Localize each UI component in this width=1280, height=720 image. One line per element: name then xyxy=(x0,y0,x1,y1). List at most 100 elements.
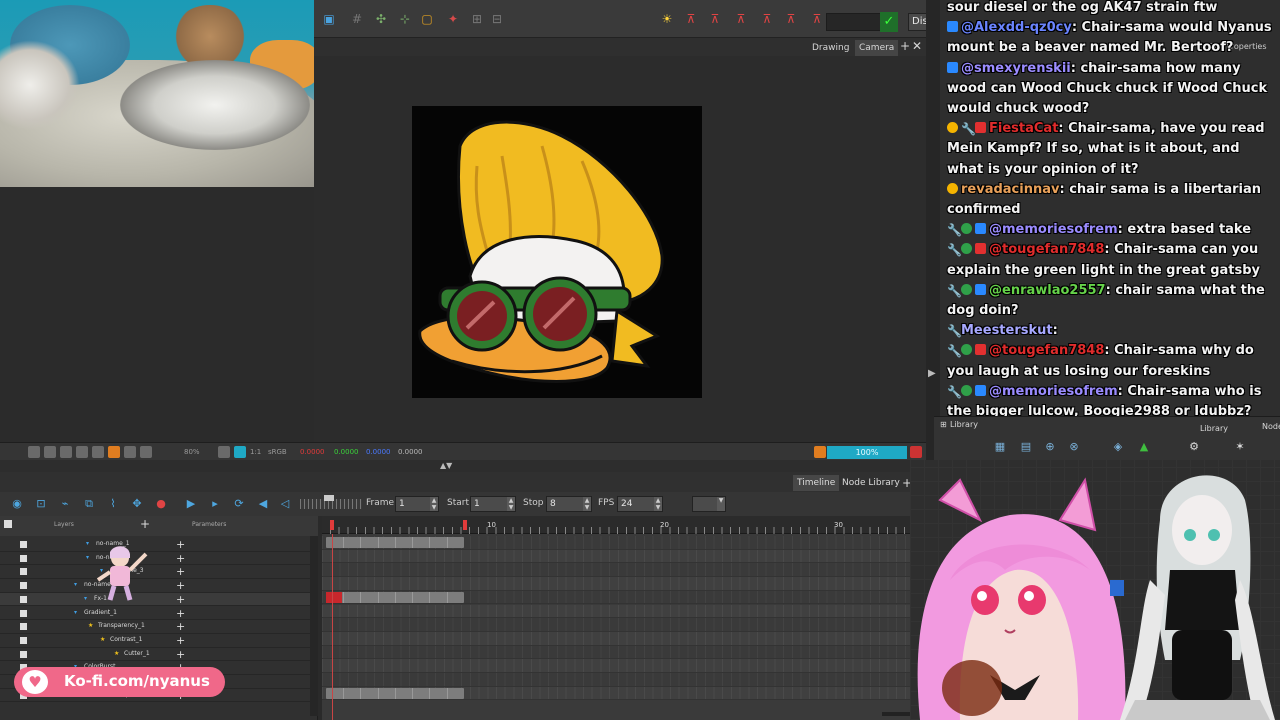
chat-username[interactable]: @memoriesofrem xyxy=(989,384,1118,399)
expand-arrow-icon[interactable]: ▾ xyxy=(86,540,89,547)
stop-field[interactable]: 8 ▲ ▼ xyxy=(546,496,592,512)
track-row[interactable] xyxy=(322,618,926,632)
layer-row[interactable]: ▾no-name_2+ xyxy=(0,552,312,566)
library-tool3-icon[interactable]: ⊕ xyxy=(1044,441,1056,453)
node-icon[interactable]: ⊹ xyxy=(398,12,412,26)
sound-icon[interactable]: ◀ xyxy=(256,497,270,511)
onion-skin2-icon[interactable]: ⊼ xyxy=(708,12,722,26)
chat-username[interactable]: @smexyrenskii xyxy=(961,61,1071,76)
chat-username[interactable]: @tougefan7848 xyxy=(989,343,1104,358)
track-row[interactable] xyxy=(322,604,926,619)
options-field[interactable]: ▼ xyxy=(692,496,726,512)
layer-row[interactable]: ▾ Fx-1 + xyxy=(0,592,312,607)
playhead-stop[interactable] xyxy=(463,520,467,530)
onion-skin5-icon[interactable]: ⊼ xyxy=(784,12,798,26)
close-tab-icon[interactable]: ✕ xyxy=(912,39,922,53)
flash-icon[interactable] xyxy=(108,446,120,458)
onion-skin-icon[interactable]: ⊼ xyxy=(684,12,698,26)
effect-star-icon[interactable]: ★ xyxy=(100,636,105,643)
timeline-ruler[interactable]: 10 20 30 xyxy=(322,516,926,534)
library-tab-2[interactable]: Library xyxy=(1200,424,1228,433)
render-icon[interactable] xyxy=(814,446,826,458)
chat-username[interactable]: revadacinnav xyxy=(961,182,1059,197)
layer-row[interactable]: ▾ no-name_1 + xyxy=(0,538,312,552)
layer-add-keyframe-button[interactable]: + xyxy=(176,634,185,647)
layer-name[interactable]: Cutter_1 xyxy=(124,650,150,657)
layer-visibility-checkbox[interactable] xyxy=(20,582,27,590)
track-row[interactable] xyxy=(322,563,926,578)
track-row[interactable] xyxy=(322,590,926,605)
layer-visibility-checkbox[interactable] xyxy=(20,650,27,658)
loop-icon[interactable]: ⟳ xyxy=(232,497,246,511)
track-row[interactable] xyxy=(322,536,926,550)
transform-icon[interactable]: ✣ xyxy=(374,12,388,26)
play-icon[interactable]: ▶ xyxy=(184,497,198,511)
layer-name[interactable]: Transparency_1 xyxy=(98,622,145,629)
layer-add-keyframe-button[interactable]: + xyxy=(176,565,185,578)
layer-row[interactable]: ▾ no-name + xyxy=(0,579,312,593)
gear-icon[interactable] xyxy=(234,446,246,458)
expand-arrow-icon[interactable]: ▾ xyxy=(74,581,77,588)
library-tool1-icon[interactable]: ▦ xyxy=(994,441,1006,453)
chat-username[interactable]: @memoriesofrem xyxy=(989,222,1118,237)
fps-field[interactable]: 24 ▲ ▼ xyxy=(617,496,663,512)
node-tab[interactable]: Node xyxy=(1262,422,1280,431)
sound-scrub-icon[interactable]: ◁ xyxy=(278,497,292,511)
shape-icon[interactable]: ✦ xyxy=(446,12,460,26)
select-box-icon[interactable]: ▢ xyxy=(420,12,434,26)
layer-name[interactable]: Gradient_1 xyxy=(84,609,117,616)
brush-tool-icon[interactable]: ✓ xyxy=(880,12,898,32)
grid-toggle-icon[interactable] xyxy=(60,446,72,458)
chat-username[interactable]: FiestaCat xyxy=(989,121,1058,136)
tab-node-library[interactable]: Node Library xyxy=(838,475,904,491)
library-tool7-icon[interactable]: ⚙ xyxy=(1188,441,1200,453)
layer-row[interactable]: ▾ Gradient_1 + xyxy=(0,607,312,621)
layer-visibility-checkbox[interactable] xyxy=(20,609,27,617)
tab-timeline[interactable]: Timeline xyxy=(793,475,840,491)
library-tool5-icon[interactable]: ◈ xyxy=(1112,441,1124,453)
effect-star-icon[interactable]: ★ xyxy=(114,650,119,657)
lock-icon[interactable] xyxy=(92,446,104,458)
peg-icon[interactable]: ✥ xyxy=(130,497,144,511)
library-tool6-icon[interactable]: ▲ xyxy=(1138,441,1150,453)
chat-username[interactable]: Meesterskut xyxy=(961,323,1053,338)
layer-add-keyframe-button[interactable]: + xyxy=(176,620,185,633)
play-selection-icon[interactable]: ▸ xyxy=(208,497,222,511)
library-tab-label[interactable]: Library xyxy=(950,420,978,429)
onion-icon[interactable]: ◉ xyxy=(10,497,24,511)
expand-arrow-icon[interactable]: ▾ xyxy=(86,554,89,561)
panel-splitter[interactable]: ▲▼ xyxy=(0,460,926,472)
expand-arrow-icon[interactable]: ▾ xyxy=(84,595,87,602)
zoom-value[interactable]: 80% xyxy=(184,446,200,458)
interp-icon[interactable]: ⌇ xyxy=(106,497,120,511)
layer-list-scrollbar[interactable] xyxy=(310,536,318,716)
layer-add-keyframe-button[interactable]: + xyxy=(176,538,185,551)
chat-username[interactable]: @Alexdd-qz0cy xyxy=(961,20,1072,35)
track-row[interactable] xyxy=(322,631,926,646)
track-row[interactable] xyxy=(322,577,926,591)
library-tab-small[interactable]: ⊞ xyxy=(940,420,947,429)
layer-visibility-checkbox[interactable] xyxy=(20,595,27,603)
copy-icon[interactable]: ⧉ xyxy=(82,497,96,511)
tab-camera[interactable]: Camera xyxy=(855,40,899,56)
library-tool4-icon[interactable]: ⊗ xyxy=(1068,441,1080,453)
exposure-block[interactable] xyxy=(326,591,464,603)
grid3-icon[interactable]: ⊟ xyxy=(490,12,504,26)
onion-skin6-icon[interactable]: ⊼ xyxy=(810,12,824,26)
add-layer-button[interactable]: + xyxy=(140,517,150,531)
grid-icon[interactable]: # xyxy=(350,12,364,26)
track-row[interactable] xyxy=(322,686,926,701)
color-icon[interactable] xyxy=(140,446,152,458)
chat-username[interactable]: @enrawlao2557 xyxy=(989,283,1106,298)
safe-area-icon[interactable] xyxy=(44,446,56,458)
onion-skin3-icon[interactable]: ⊼ xyxy=(734,12,748,26)
layer-visibility-checkbox[interactable] xyxy=(20,568,27,576)
frame-field[interactable]: 1 ▲ ▼ xyxy=(395,496,439,512)
selected-cell[interactable] xyxy=(326,591,342,603)
layer-add-keyframe-button[interactable]: + xyxy=(176,648,185,661)
layer-add-keyframe-button[interactable]: + xyxy=(176,552,185,565)
fx-toggle-icon[interactable] xyxy=(76,446,88,458)
collapse-arrow-icon[interactable]: ▶ xyxy=(928,368,936,379)
layer-name[interactable]: Contrast_1 xyxy=(110,636,142,643)
layer-visibility-checkbox[interactable] xyxy=(20,623,27,631)
